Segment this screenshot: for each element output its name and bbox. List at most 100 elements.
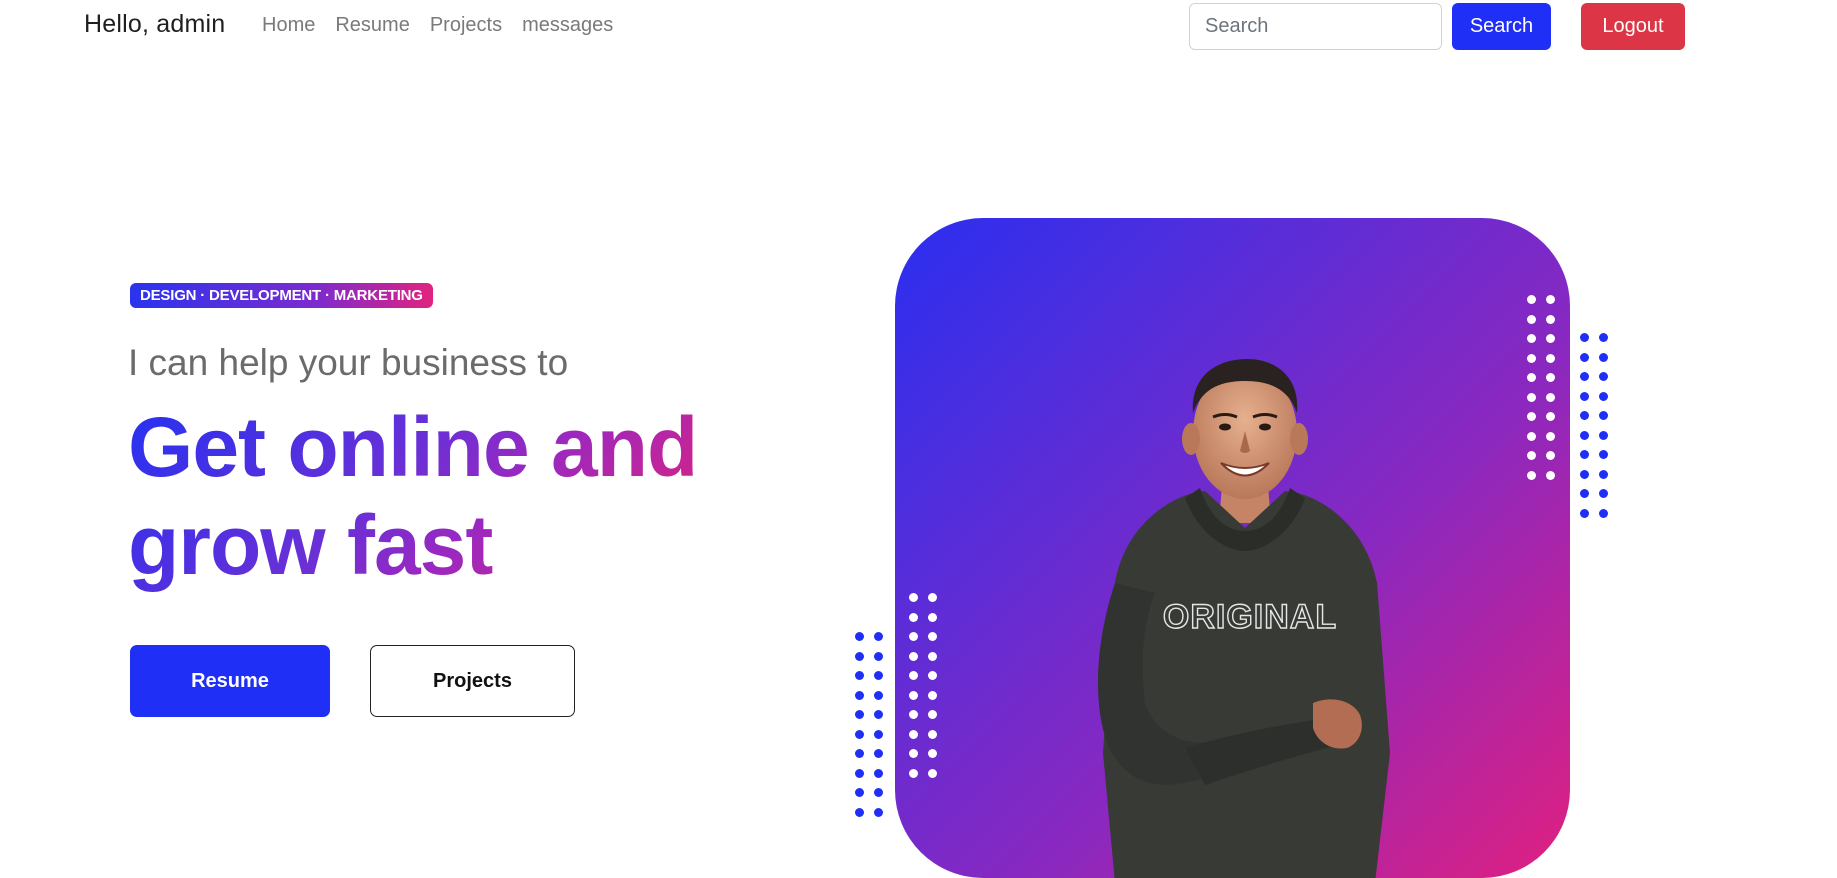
dot — [928, 768, 937, 778]
services-tag-badge: DESIGN · DEVELOPMENT · MARKETING — [130, 283, 433, 308]
dot — [1546, 353, 1555, 363]
dot — [1599, 450, 1608, 459]
dot — [855, 632, 864, 641]
shirt-text: ORIGINAL — [1163, 598, 1337, 636]
dot — [874, 690, 883, 700]
dot — [855, 671, 864, 680]
dot — [1546, 470, 1555, 480]
dot — [1546, 412, 1555, 421]
search-button[interactable]: Search — [1452, 3, 1551, 50]
dot — [909, 632, 918, 641]
dot — [909, 729, 918, 739]
dot-pattern-icon — [855, 632, 883, 817]
hero-image-card: ORIGINAL — [895, 218, 1570, 878]
dot — [1580, 508, 1589, 518]
hero-title: Get online and grow fast — [128, 398, 748, 594]
dot — [855, 710, 864, 719]
nav-link-messages[interactable]: messages — [522, 14, 613, 37]
dot — [909, 749, 918, 758]
hero-subtitle: I can help your business to — [128, 342, 569, 383]
dot — [1546, 314, 1555, 324]
dot — [909, 612, 918, 622]
navbar-brand[interactable]: Hello, admin — [84, 10, 225, 39]
dot — [874, 632, 883, 641]
dot — [1580, 450, 1589, 459]
dot — [1599, 391, 1608, 401]
dot — [1527, 373, 1536, 382]
dot — [928, 729, 937, 739]
dot — [1546, 431, 1555, 441]
dot — [855, 807, 864, 817]
dot — [1580, 430, 1589, 440]
dot — [855, 768, 864, 778]
dot — [874, 710, 883, 719]
dot-pattern-icon — [909, 593, 937, 778]
top-navbar: Hello, admin Home Resume Projects messag… — [0, 0, 1837, 54]
dot — [1580, 489, 1589, 498]
dot — [855, 788, 864, 797]
dot — [1599, 333, 1608, 342]
dot — [874, 768, 883, 778]
dot — [1527, 392, 1536, 402]
dot — [874, 749, 883, 758]
dot — [909, 768, 918, 778]
dot — [874, 807, 883, 817]
dot — [928, 710, 937, 719]
dot — [928, 671, 937, 680]
dot — [1527, 431, 1536, 441]
dot — [1527, 412, 1536, 421]
dot — [1580, 372, 1589, 381]
nav-link-projects[interactable]: Projects — [430, 14, 502, 37]
resume-button[interactable]: Resume — [130, 645, 330, 717]
dot — [1527, 353, 1536, 363]
dot — [928, 593, 937, 602]
dot — [1599, 469, 1608, 479]
dot-pattern-icon — [1580, 333, 1608, 518]
projects-button[interactable]: Projects — [370, 645, 575, 717]
dot — [1527, 334, 1536, 343]
dot — [1599, 372, 1608, 381]
dot — [1527, 470, 1536, 480]
dot — [1599, 508, 1608, 518]
dot — [1546, 373, 1555, 382]
nav-link-resume[interactable]: Resume — [335, 14, 409, 37]
dot — [1580, 391, 1589, 401]
dot — [874, 651, 883, 661]
dot — [1580, 411, 1589, 420]
dot — [1580, 333, 1589, 342]
dot — [1546, 295, 1555, 304]
dot — [1527, 295, 1536, 304]
dot — [874, 788, 883, 797]
dot — [1580, 352, 1589, 362]
dot — [909, 651, 918, 661]
dot — [909, 671, 918, 680]
dot — [1599, 489, 1608, 498]
dot — [928, 690, 937, 700]
search-input[interactable] — [1189, 3, 1442, 50]
dot — [855, 651, 864, 661]
dot — [874, 729, 883, 739]
logout-button[interactable]: Logout — [1581, 3, 1685, 50]
nav-links: Home Resume Projects messages — [262, 14, 633, 37]
dot — [928, 749, 937, 758]
dot — [1599, 411, 1608, 420]
dot — [1580, 469, 1589, 479]
dot-pattern-icon — [1527, 295, 1555, 480]
nav-link-home[interactable]: Home — [262, 14, 315, 37]
dot — [1527, 314, 1536, 324]
dot — [1599, 352, 1608, 362]
dot — [1546, 392, 1555, 402]
dot — [855, 729, 864, 739]
dot — [1546, 334, 1555, 343]
dot — [1527, 451, 1536, 460]
dot — [1546, 451, 1555, 460]
dot — [855, 749, 864, 758]
dot — [909, 690, 918, 700]
dot — [909, 593, 918, 602]
dot — [874, 671, 883, 680]
dot — [855, 690, 864, 700]
profile-photo: ORIGINAL — [1097, 359, 1390, 878]
dot — [928, 651, 937, 661]
dot — [928, 612, 937, 622]
dot — [909, 710, 918, 719]
